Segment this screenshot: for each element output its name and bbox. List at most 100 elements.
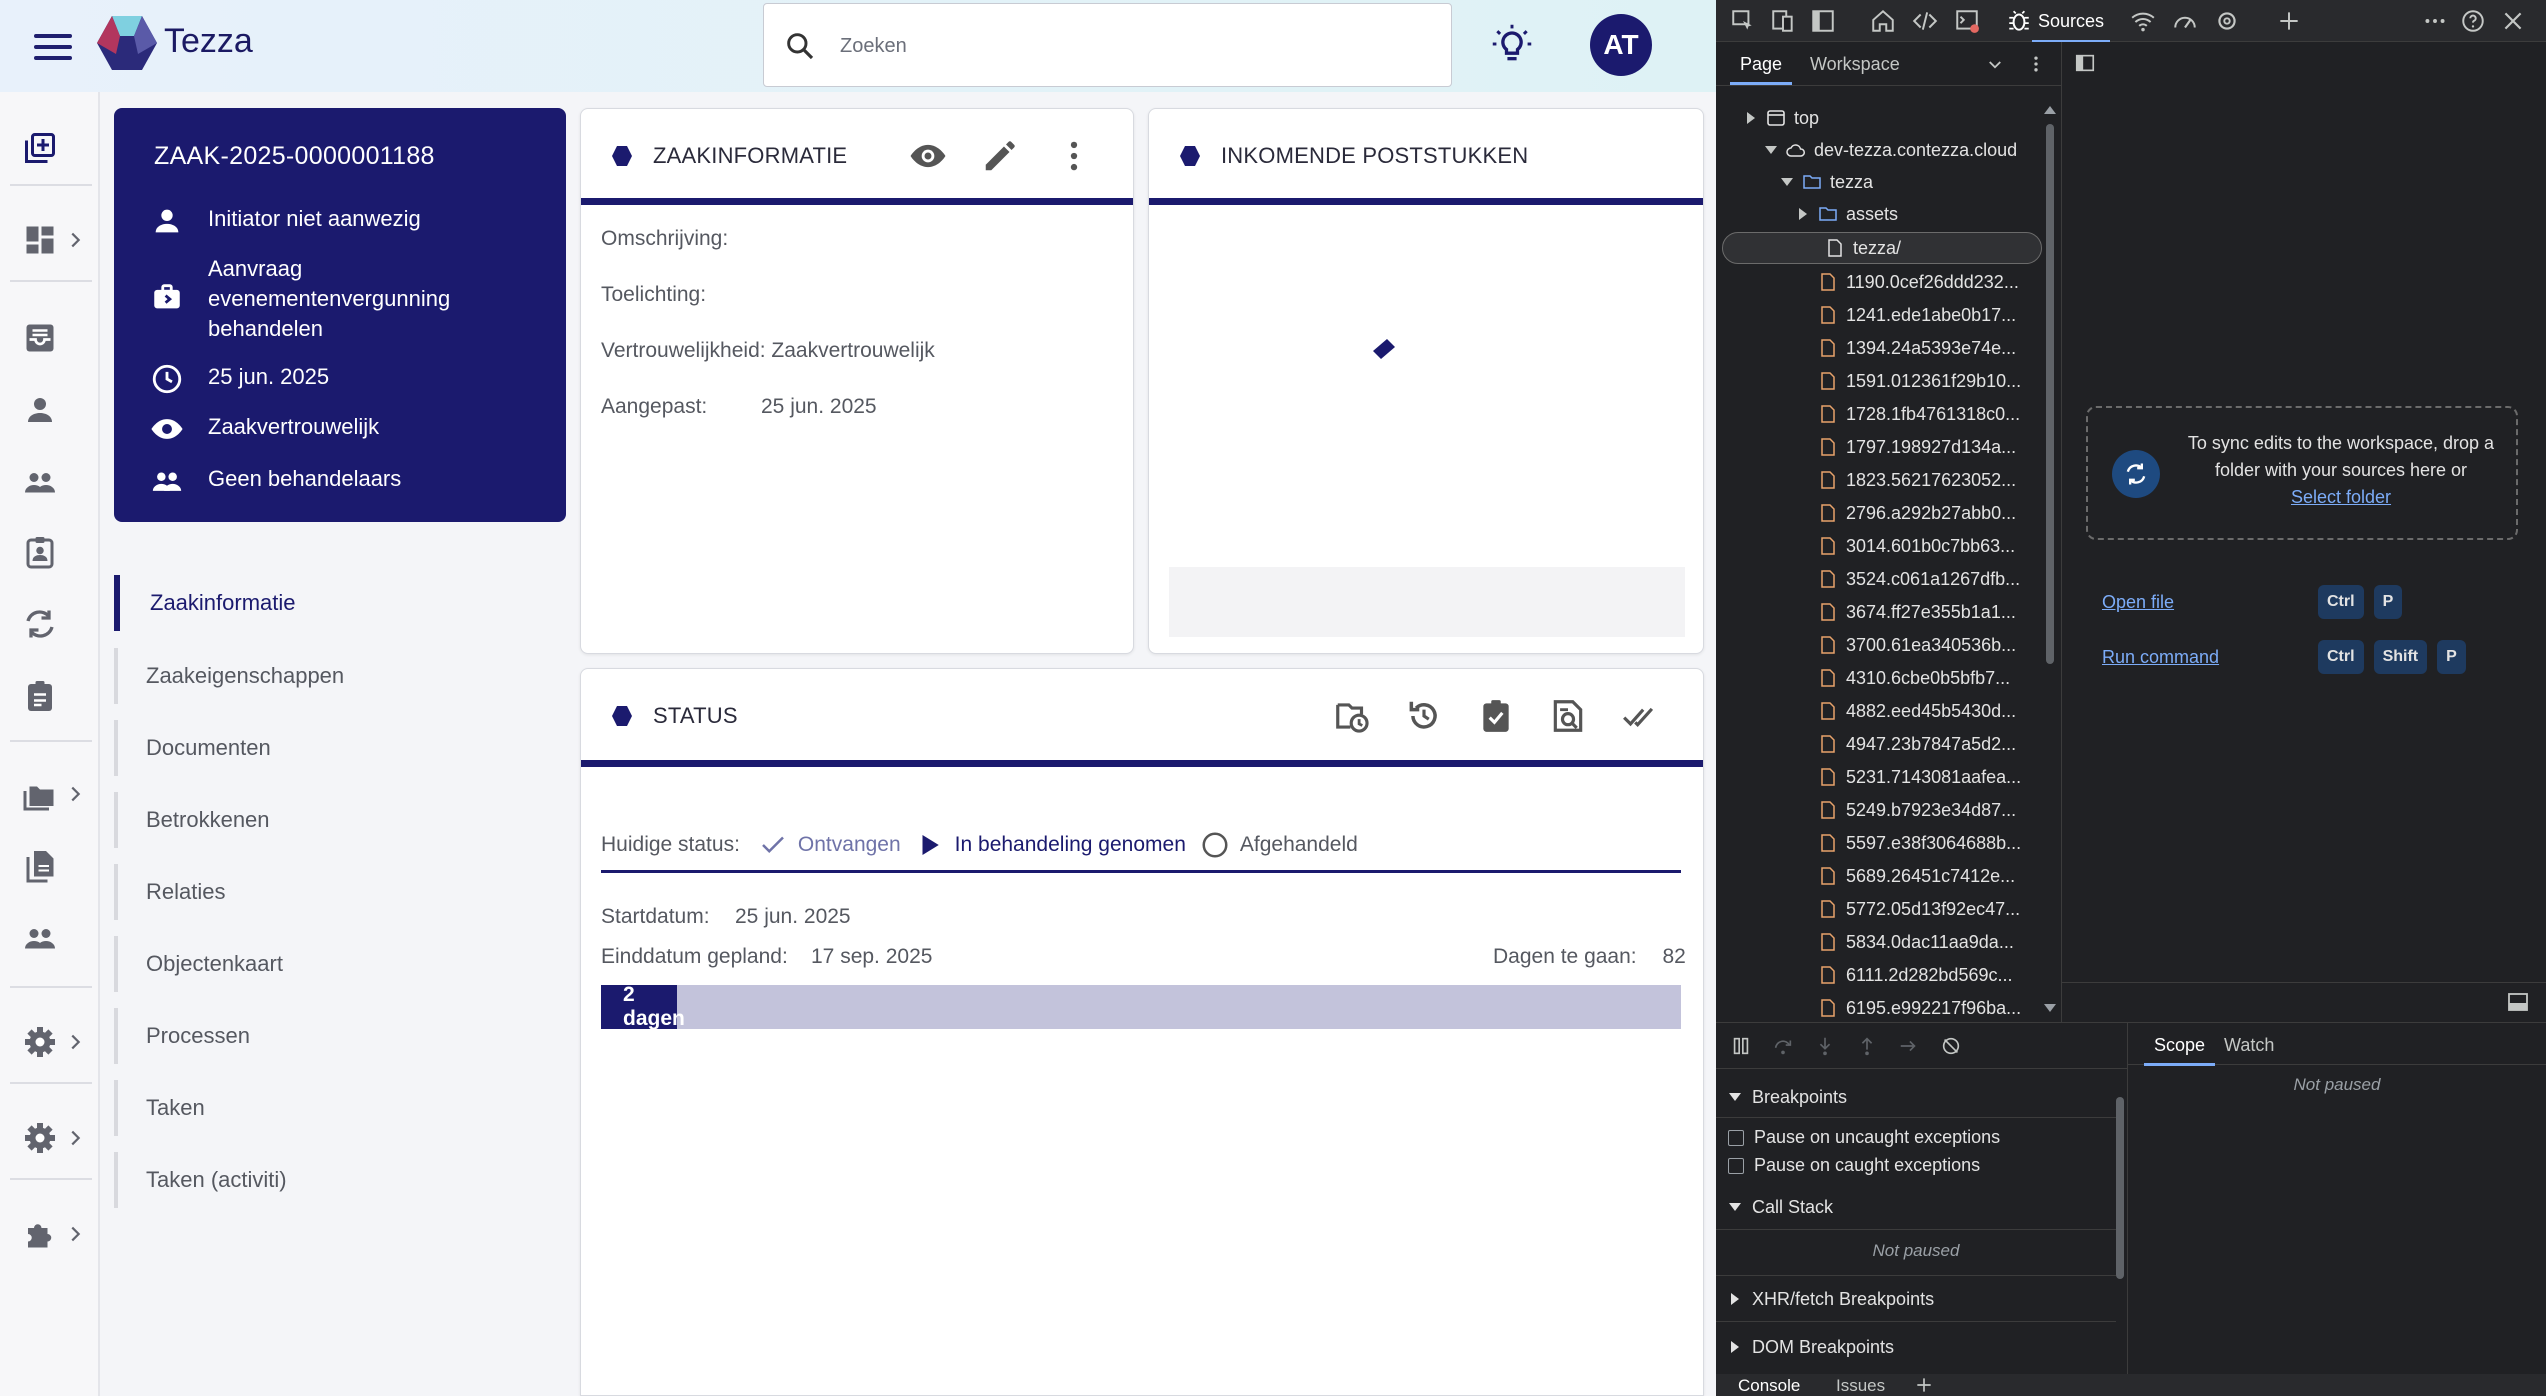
tree-file-item[interactable]: 3014.601b0c7bb63... — [1716, 530, 2046, 562]
inspect-icon[interactable] — [1730, 8, 1756, 34]
tree-file-item[interactable]: 1797.198927d134a... — [1716, 431, 2046, 463]
more-vert-icon[interactable] — [1055, 137, 1093, 175]
sources-tab[interactable]: Sources — [2031, 8, 2111, 43]
step-into-icon[interactable] — [1814, 1035, 1836, 1057]
toggle-navigator-icon[interactable] — [2074, 52, 2096, 74]
done-all-icon[interactable] — [1621, 697, 1659, 735]
nav-objectenkaart[interactable]: Objectenkaart — [114, 936, 554, 992]
scroll-up-icon[interactable] — [2042, 104, 2058, 116]
more-vert-icon[interactable] — [2026, 54, 2046, 74]
navigator-tab-page[interactable]: Page — [1729, 54, 1793, 85]
performance-icon[interactable] — [2172, 8, 2198, 34]
rail-inbox[interactable] — [22, 314, 92, 362]
rail-person[interactable] — [22, 386, 92, 434]
deactivate-breakpoints-icon[interactable] — [1940, 1035, 1962, 1057]
tree-file-item[interactable]: 3700.61ea340536b... — [1716, 629, 2046, 661]
search-field[interactable] — [763, 3, 1452, 87]
tree-file-item[interactable]: 4882.eed45b5430d... — [1716, 695, 2046, 727]
dom-breakpoints-section[interactable]: DOM Breakpoints — [1728, 1329, 2108, 1365]
edit-icon[interactable] — [981, 137, 1019, 175]
tree-file-selected[interactable]: tezza/ — [1722, 232, 2042, 264]
tree-file-item[interactable]: 1591.012361f29b10... — [1716, 365, 2046, 397]
nav-documenten[interactable]: Documenten — [114, 720, 554, 776]
tree-file-item[interactable]: 6195.e992217f96ba... — [1716, 992, 2046, 1024]
tab-scope[interactable]: Scope — [2143, 1035, 2216, 1066]
tree-file-item[interactable]: 1190.0cef26ddd232... — [1716, 266, 2046, 298]
rail-contact[interactable] — [22, 528, 92, 576]
eye-icon[interactable] — [909, 137, 947, 175]
tree-file-item[interactable]: 3674.ff27e355b1a1... — [1716, 596, 2046, 628]
navigator-tab-workspace[interactable]: Workspace — [1810, 54, 1900, 75]
pause-caught-row[interactable]: Pause on caught exceptions — [1728, 1155, 1980, 1176]
pause-caught-checkbox[interactable] — [1728, 1157, 1744, 1174]
tree-file-item[interactable]: 4947.23b7847a5d2... — [1716, 728, 2046, 760]
find-in-page-icon[interactable] — [1549, 697, 1587, 735]
restart-icon[interactable] — [1405, 697, 1443, 735]
add-tab-icon[interactable] — [1914, 1375, 1934, 1395]
tree-file-item[interactable]: 3524.c061a1267dfb... — [1716, 563, 2046, 595]
rail-new-case[interactable] — [22, 124, 92, 172]
toggle-debugger-icon[interactable] — [2506, 990, 2530, 1014]
drawer-tab-console[interactable]: Console — [1738, 1376, 1800, 1396]
step-out-icon[interactable] — [1856, 1035, 1878, 1057]
help-icon[interactable] — [2460, 8, 2486, 34]
select-folder-link[interactable]: Select folder — [2291, 487, 2391, 507]
add-panel-icon[interactable] — [2276, 8, 2302, 34]
chevron-down-icon[interactable] — [1986, 56, 2004, 74]
tree-file-item[interactable]: 5597.e38f3064688b... — [1716, 827, 2046, 859]
tree-folder-tezza[interactable]: tezza — [1716, 166, 2046, 198]
dock-icon[interactable] — [1810, 8, 1836, 34]
rail-groups[interactable] — [22, 458, 92, 506]
run-command-link[interactable]: Run command — [2102, 647, 2318, 668]
rail-tasks[interactable] — [22, 672, 92, 720]
scroll-down-icon[interactable] — [2042, 1002, 2058, 1014]
tree-top[interactable]: top — [1716, 102, 2046, 134]
nav-relaties[interactable]: Relaties — [114, 864, 554, 920]
rail-dashboard[interactable] — [22, 216, 92, 264]
tree-file-item[interactable]: 5249.b7923e34d87... — [1716, 794, 2046, 826]
workspace-drop-zone[interactable]: To sync edits to the workspace, drop a f… — [2086, 406, 2518, 540]
rail-settings-2[interactable] — [22, 1114, 92, 1162]
user-avatar[interactable]: AT — [1590, 14, 1652, 76]
rail-sync[interactable] — [22, 600, 92, 648]
rail-folders[interactable] — [22, 770, 92, 818]
bug-icon[interactable] — [2006, 8, 2032, 34]
tree-file-item[interactable]: 1394.24a5393e74e... — [1716, 332, 2046, 364]
device-toolbar-icon[interactable] — [1770, 8, 1796, 34]
tree-file-item[interactable]: 4310.6cbe0b5bfb7... — [1716, 662, 2046, 694]
close-icon[interactable] — [2500, 8, 2526, 34]
console-icon[interactable] — [1954, 8, 1980, 34]
menu-icon[interactable] — [34, 34, 72, 60]
open-file-link[interactable]: Open file — [2102, 592, 2318, 613]
tree-file-item[interactable]: 1823.56217623052... — [1716, 464, 2046, 496]
wifi-icon[interactable] — [2130, 8, 2156, 34]
nav-zaakinformatie[interactable]: Zaakinformatie — [114, 575, 554, 631]
search-input[interactable] — [840, 28, 1430, 64]
call-stack-section[interactable]: Call Stack — [1728, 1189, 2108, 1225]
pause-icon[interactable] — [1730, 1035, 1752, 1057]
nav-taken-activiti[interactable]: Taken (activiti) — [114, 1152, 554, 1208]
tree-file-item[interactable]: 1241.ede1abe0b17... — [1716, 299, 2046, 331]
nav-betrokkenen[interactable]: Betrokkenen — [114, 792, 554, 848]
nav-zaakeigenschappen[interactable]: Zaakeigenschappen — [114, 648, 554, 704]
nav-taken[interactable]: Taken — [114, 1080, 554, 1136]
tree-file-item[interactable]: 5834.0dac11aa9da... — [1716, 926, 2046, 958]
drawer-tab-issues[interactable]: Issues — [1836, 1376, 1885, 1396]
tab-watch[interactable]: Watch — [2224, 1035, 2274, 1056]
pause-uncaught-checkbox[interactable] — [1728, 1129, 1744, 1146]
rail-settings-1[interactable] — [22, 1018, 92, 1066]
assignment-done-icon[interactable] — [1477, 697, 1515, 735]
tree-folder-assets[interactable]: assets — [1716, 198, 2046, 230]
tree-domain[interactable]: dev-tezza.contezza.cloud — [1716, 134, 2046, 166]
tree-file-item[interactable]: 5231.7143081aafea... — [1716, 761, 2046, 793]
rail-people[interactable] — [22, 914, 92, 962]
tree-file-item[interactable]: 1728.1fb4761318c0... — [1716, 398, 2046, 430]
settings-cog-icon[interactable] — [2214, 8, 2240, 34]
home-icon[interactable] — [1870, 8, 1896, 34]
tree-file-item[interactable]: 6111.2d282bd569c... — [1716, 959, 2046, 991]
navigator-scrollbar[interactable] — [2046, 124, 2054, 664]
xhr-breakpoints-section[interactable]: XHR/fetch Breakpoints — [1728, 1281, 2108, 1317]
tree-file-item[interactable]: 2796.a292b27abb0... — [1716, 497, 2046, 529]
nav-processen[interactable]: Processen — [114, 1008, 554, 1064]
pause-uncaught-row[interactable]: Pause on uncaught exceptions — [1728, 1127, 2000, 1148]
